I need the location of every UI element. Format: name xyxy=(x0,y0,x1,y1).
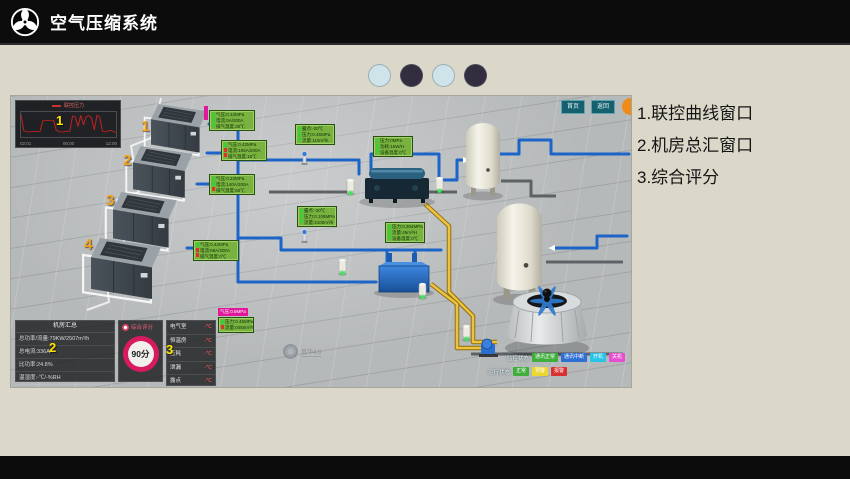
orange-widget-icon[interactable] xyxy=(622,98,632,115)
compressor-1 xyxy=(145,104,207,155)
flow-meter xyxy=(302,229,308,243)
compressor-4 xyxy=(83,238,161,302)
home-button[interactable]: 首页 xyxy=(561,100,585,114)
air-tank-2 xyxy=(493,203,546,305)
annotation-notes: 1.联控曲线窗口 2.机房总汇窗口 3.综合评分 xyxy=(637,98,753,194)
note-2: 2.机房总汇窗口 xyxy=(637,130,753,162)
alarm-strip xyxy=(204,106,208,120)
trend-chart-panel: 联控压力 02:01 06:00 12:00 1 xyxy=(15,100,121,148)
chart-x-ticks: 02:01 06:00 12:00 xyxy=(20,141,117,146)
app-header: 空气压缩系统 xyxy=(0,0,850,45)
small-lcd: 压力:0.45MPa 流量:0450m³/h xyxy=(218,317,254,333)
dryer-machine xyxy=(359,168,435,208)
room-summary-panel: 机房汇总 总功率/流量:79KW/2507m³/h 总电流:336A 比功率:2… xyxy=(15,320,115,382)
compressor-3-number: 3 xyxy=(106,192,114,209)
legend-alarm: 报警 xyxy=(551,367,567,376)
summary-title: 机房汇总 xyxy=(16,321,114,333)
filter-cylinder xyxy=(418,283,427,300)
tick-2: 12:00 xyxy=(106,141,117,146)
legend-label: 联控压力 xyxy=(64,102,84,109)
score-panel: 综合评分 90分 xyxy=(118,320,163,382)
nav-dot-3[interactable] xyxy=(432,64,455,87)
compressor-3-lcd: 气压:0.22MPa 电流:140A/200A 排气温度:50℃ xyxy=(209,174,255,195)
run-status-legend: 运行状态 正常 预警 报警 xyxy=(488,367,567,376)
page-title: 空气压缩系统 xyxy=(50,9,158,34)
compressor-4-lcd: 气压:0.42MPa 电流:69A/200A 排气温度:0℃ xyxy=(193,240,239,261)
score-header: 综合评分 xyxy=(119,321,162,333)
legend-warning: 预警 xyxy=(532,367,548,376)
compressor-2-number: 2 xyxy=(123,152,131,169)
monitor-status-legend: 监控状态 通讯正常 通讯中断 开机 关机 xyxy=(507,353,625,362)
filter-cylinder xyxy=(346,179,355,196)
filter-cylinder xyxy=(462,325,471,342)
yellow-pipes xyxy=(425,204,497,348)
nav-dot-4[interactable] xyxy=(464,64,487,87)
dryer-lcd-4: 压力:0.304MPa 流量:45m³/H 设备温度:0℃ xyxy=(385,222,425,243)
filter-cylinder xyxy=(435,177,444,194)
legend-comm-break: 通讯中断 xyxy=(561,353,587,362)
dryer-lcd-1: 露点:-20℃ 压力:0.45MPa 流量:110m³/h xyxy=(295,124,335,145)
fan-logo-icon xyxy=(10,7,40,37)
legend-comm-ok: 通讯正常 xyxy=(532,353,558,362)
annotation-number-1: 1 xyxy=(56,113,63,128)
scada-scene-screenshot: 联控压力 02:01 06:00 12:00 1 首页 返回 1 2 3 4 xyxy=(10,95,632,388)
nav-dot-2[interactable] xyxy=(400,64,423,87)
dryer-lcd-2: 压力:0MPa 功耗:16W/H 设备温度:0℃ xyxy=(373,136,413,157)
chart-plot-area xyxy=(20,111,117,138)
legend-row2-label: 运行状态 xyxy=(488,368,510,376)
note-3: 3.综合评分 xyxy=(637,162,753,194)
tick-0: 02:01 xyxy=(20,141,31,146)
annotation-number-2: 2 xyxy=(49,340,56,355)
filter-cylinder xyxy=(338,259,347,276)
legend-line-swatch xyxy=(52,105,61,107)
legend-normal: 正常 xyxy=(513,367,529,376)
sensor-panel: 电气室-℃ 恒温房-℃ 压耗-℃ 泄漏-℃ 露点-℃ xyxy=(166,320,216,386)
scene-toolbar: 首页 返回 xyxy=(561,100,615,114)
watermark-text: 真华4.0 xyxy=(301,347,321,357)
compressor-2-lcd: 气压:0.42MPa 电流:105A/200A 排气温度:15℃ xyxy=(221,140,267,161)
pressure-trend-line xyxy=(21,115,116,133)
score-title: 综合评分 xyxy=(131,323,153,331)
alarm-tag: 气压:0.5MPa xyxy=(218,308,248,316)
air-tank-1 xyxy=(463,123,503,201)
legend-power-off: 关机 xyxy=(609,353,625,362)
annotation-number-3: 3 xyxy=(166,342,173,357)
legend-power-on: 开机 xyxy=(590,353,606,362)
watermark: 真华4.0 xyxy=(283,344,321,359)
slide-page: 空气压缩系统 1.联控曲线窗口 2.机房总汇窗口 3.综合评分 xyxy=(0,0,850,479)
nav-dot-1[interactable] xyxy=(368,64,391,87)
compressor-1-number: 1 xyxy=(141,118,149,135)
score-gauge: 90分 xyxy=(123,336,159,372)
legend-row1-label: 监控状态 xyxy=(507,354,529,362)
slide-nav-dots xyxy=(368,64,487,87)
compressor-1-lcd: 气压:0.12MPa 电流:0A/200A 排气温度:30℃ xyxy=(209,110,255,131)
tick-1: 06:00 xyxy=(63,141,74,146)
chart-legend: 联控压力 xyxy=(16,101,120,110)
bottom-band xyxy=(0,456,850,479)
score-value: 90分 xyxy=(123,336,159,372)
watermark-logo-icon xyxy=(283,344,298,359)
pipe-arrow xyxy=(548,245,555,251)
flow-meter xyxy=(302,151,308,165)
compressor-4-number: 4 xyxy=(84,236,92,253)
dryer-lcd-3: 露点:-20℃ 压力:0.108MPa 流量:2100m³/h xyxy=(297,206,337,227)
back-button[interactable]: 返回 xyxy=(591,100,615,114)
score-badge-icon xyxy=(122,324,129,331)
note-1: 1.联控曲线窗口 xyxy=(637,98,753,130)
